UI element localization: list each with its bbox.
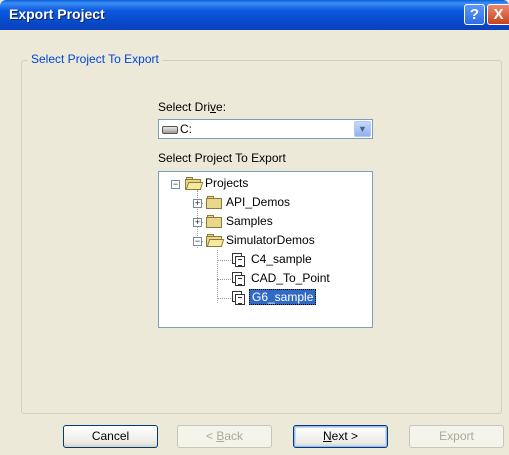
export-project-dialog: Export Project ? X Select Project To Exp… bbox=[0, 0, 509, 455]
drive-select[interactable]: C: ▼ bbox=[158, 119, 373, 139]
drive-value: C: bbox=[180, 122, 192, 136]
next-button[interactable]: Next > bbox=[293, 425, 388, 448]
tree-node-label: SimulatorDemos bbox=[226, 233, 315, 247]
title-bar[interactable]: Export Project ? X bbox=[0, 0, 509, 30]
open-folder-icon bbox=[206, 234, 225, 247]
collapse-icon[interactable]: − bbox=[193, 237, 202, 246]
tree-node-label: CAD_To_Point bbox=[251, 271, 330, 285]
tree-node-label: Projects bbox=[205, 176, 249, 190]
project-icon bbox=[232, 272, 246, 286]
chevron-down-icon[interactable]: ▼ bbox=[354, 121, 371, 137]
group-label: Select Project To Export bbox=[28, 52, 162, 66]
expand-icon[interactable]: + bbox=[193, 218, 202, 227]
hard-drive-icon bbox=[162, 126, 178, 134]
close-icon: X bbox=[493, 6, 504, 23]
window-title: Export Project bbox=[9, 6, 105, 22]
select-drive-label: Select Drive: bbox=[158, 100, 227, 114]
select-project-label: Select Project To Export bbox=[158, 151, 286, 165]
export-button[interactable]: Export bbox=[409, 425, 504, 448]
back-button[interactable]: < Back bbox=[177, 425, 272, 448]
tree-node-label: Samples bbox=[226, 214, 273, 228]
tree-node-label: API_Demos bbox=[226, 195, 291, 209]
tree-node-label-selected: G6_sample bbox=[249, 289, 317, 305]
project-tree[interactable]: − Projects + API_Demos + Samples − Simul… bbox=[158, 171, 373, 328]
expand-icon[interactable]: + bbox=[193, 199, 202, 208]
help-icon: ? bbox=[469, 6, 480, 23]
project-icon bbox=[232, 291, 246, 305]
tree-node-label: C4_sample bbox=[251, 252, 312, 266]
collapse-icon[interactable]: − bbox=[171, 180, 180, 189]
project-icon bbox=[232, 253, 246, 267]
cancel-button[interactable]: Cancel bbox=[63, 425, 158, 448]
folder-icon bbox=[206, 196, 223, 209]
open-folder-icon bbox=[185, 177, 204, 190]
help-button[interactable]: ? bbox=[464, 4, 485, 25]
close-button[interactable]: X bbox=[487, 4, 509, 25]
folder-icon bbox=[206, 215, 223, 228]
